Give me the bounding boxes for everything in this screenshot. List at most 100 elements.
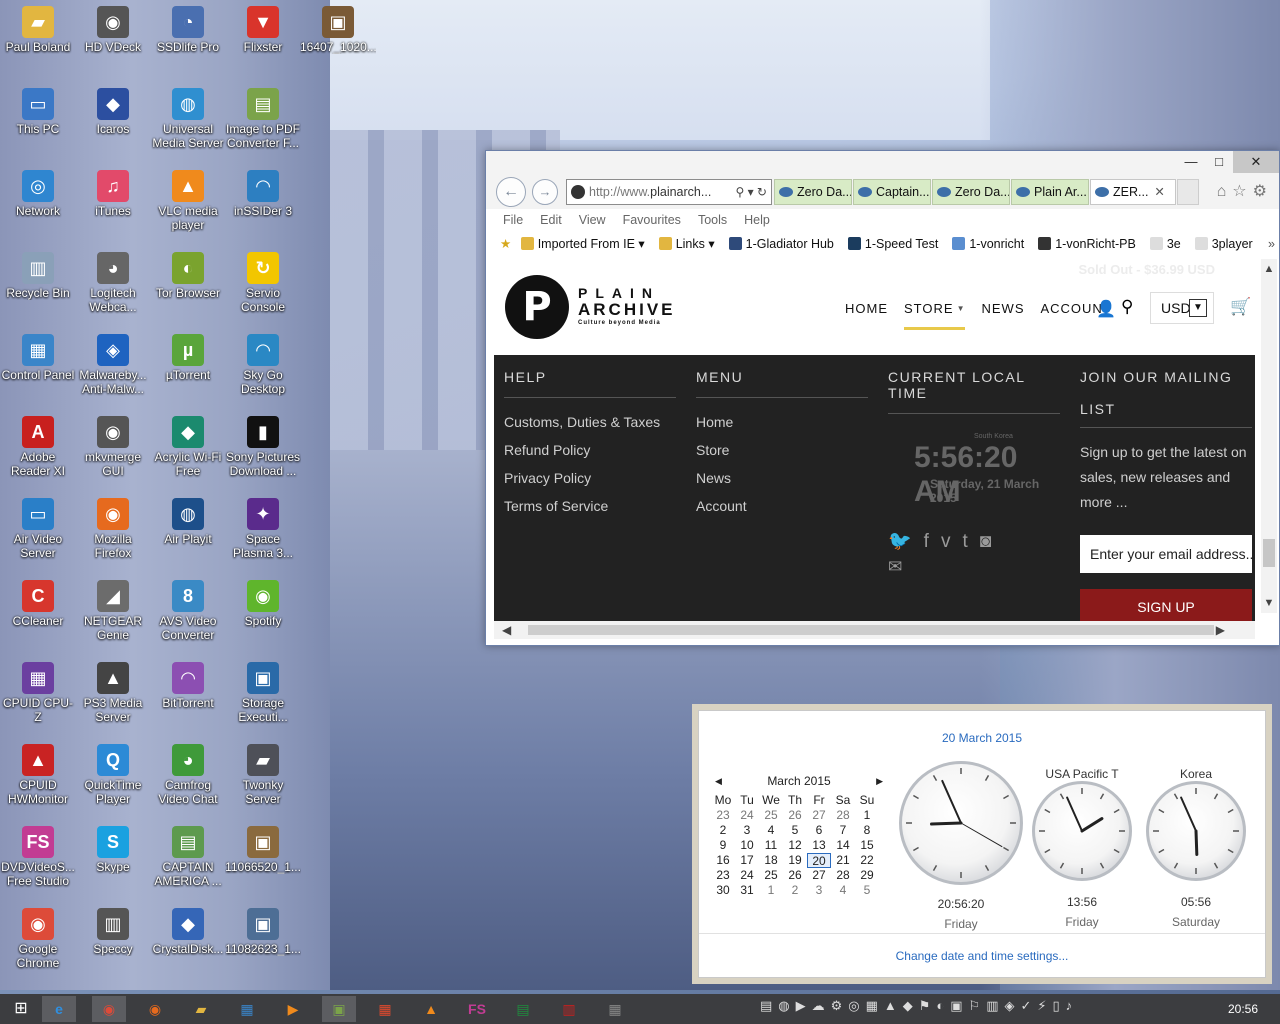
favourite-item[interactable]: 1-Gladiator Hub [728,231,834,257]
calendar-day[interactable]: 22 [855,853,879,868]
desktop-icon[interactable]: ♫ iTunes [75,164,151,218]
desktop-icon[interactable]: ▰ Paul Boland [0,0,76,54]
calendar-day[interactable]: 8 [855,823,879,838]
vertical-scroll-thumb[interactable] [1263,539,1275,567]
desktop-icon[interactable]: ▣ 16407_1020... [300,0,376,54]
prev-month-icon[interactable]: ◀ [715,771,722,791]
cart-icon[interactable]: 🛒 [1230,297,1251,317]
favourite-item[interactable]: Links ▾ [658,231,715,257]
excel-taskbar-icon[interactable]: ▤ [506,996,540,1022]
calendar-day[interactable]: 30 [711,883,735,898]
tab[interactable]: Captain... [853,179,931,205]
favourites-more-chevron-icon[interactable]: » [1268,231,1275,257]
firefox-taskbar-icon[interactable]: ◉ [138,996,172,1022]
vlc-taskbar-icon[interactable]: ▲ [414,996,448,1022]
home-favorites-tools-icons[interactable]: ⌂☆⚙ [1217,181,1273,201]
footer-menu-link[interactable]: Home [696,414,868,431]
menu-edit[interactable]: Edit [540,213,562,227]
desktop-icon[interactable]: ▤ Image to PDF Converter F... [225,82,301,150]
change-date-time-settings-link[interactable]: Change date and time settings... [699,933,1265,977]
calendar-day[interactable]: 29 [855,868,879,883]
desktop-icon[interactable]: ◆ Icaros [75,82,151,136]
favourite-item[interactable]: 1-vonricht [952,231,1024,257]
calendar-day[interactable]: 15 [855,838,879,853]
desktop-icon[interactable]: ▣ Storage Executi... [225,656,301,724]
desktop-icon[interactable]: ◉ Google Chrome [0,902,76,970]
taskbar-clock[interactable]: 20:56 [1228,994,1258,1024]
image-taskbar-icon[interactable]: ▣ [322,996,356,1022]
desktop-icon[interactable]: ▤ CAPTAIN AMERICA ... [150,820,226,888]
calendar-day[interactable]: 4 [831,883,855,898]
desktop-icon[interactable]: ▲ PS3 Media Server [75,656,151,724]
calendar-day[interactable]: 6 [807,823,831,838]
calendar-day[interactable]: 5 [783,823,807,838]
calendar-day[interactable]: 7 [831,823,855,838]
calendar-day[interactable]: 11 [759,838,783,853]
desktop-icon[interactable]: ◆ CrystalDisk... [150,902,226,956]
calendar-day[interactable]: 2 [783,883,807,898]
calendar-day[interactable]: 26 [783,808,807,823]
apps-taskbar-icon[interactable]: ▦ [368,996,402,1022]
footer-help-link[interactable]: Refund Policy [504,442,676,459]
user-icon[interactable]: 👤 [1096,299,1116,319]
tumblr-icon[interactable]: t [962,531,967,553]
footer-help-link[interactable]: Customs, Duties & Taxes [504,414,676,431]
desktop-icon[interactable]: ▦ Control Panel [0,328,76,382]
maximize-button[interactable]: □ [1205,151,1233,173]
desktop-icon[interactable]: µ µTorrent [150,328,226,382]
calendar-month-label[interactable]: March 2015 [767,774,830,788]
calendar-day[interactable]: 25 [759,868,783,883]
footer-help-link[interactable]: Privacy Policy [504,470,676,487]
calendar-day[interactable]: 13 [807,838,831,853]
desktop-icon[interactable]: ◍ Universal Media Server [150,82,226,150]
vertical-scrollbar[interactable]: ▲ ▼ [1261,259,1277,613]
desktop-icon[interactable]: ◠ BitTorrent [150,656,226,710]
mail-icon[interactable]: ✉ [888,557,902,577]
desktop-icon[interactable]: ◐ Tor Browser [150,246,226,300]
desktop-icon[interactable]: ▲ VLC media player [150,164,226,232]
scroll-down-icon[interactable]: ▼ [1261,597,1277,609]
calendar-day[interactable]: 19 [783,853,807,868]
favourite-item[interactable]: 1-Speed Test [847,231,938,257]
flyout-date-header[interactable]: 20 March 2015 [699,731,1265,745]
calendar-day[interactable]: 2 [711,823,735,838]
nav-home[interactable]: HOME [845,301,888,316]
system-tray-icons[interactable]: ▤◍▶☁⚙◎▦▲◆⚑◐▣⚐▥◈✓⚡▯♪ [760,998,1078,1014]
calendar-today[interactable]: 20 [807,853,831,868]
menu-help[interactable]: Help [744,213,770,227]
desktop-icon[interactable]: ▦ CPUID CPU-Z [0,656,76,724]
desktop-icon[interactable]: ↻ Servio Console [225,246,301,314]
calendar-day[interactable]: 1 [759,883,783,898]
ie-window[interactable]: — □ ✕ ← → http://www.plainarch... ⚲ ▾ ↻ … [485,150,1280,646]
scroll-up-icon[interactable]: ▲ [1261,263,1277,275]
new-tab-button[interactable] [1177,179,1199,205]
desktop-icon[interactable]: A Adobe Reader XI [0,410,76,478]
scroll-right-icon[interactable]: ▶ [1216,621,1225,639]
calendar-day[interactable]: 24 [735,808,759,823]
favourite-item[interactable]: 3e [1149,231,1181,257]
newsletter-email-input[interactable]: Enter your email address.. [1080,535,1252,573]
explorer-taskbar-icon[interactable]: ▰ [184,996,218,1022]
desktop-icon[interactable]: ◆ Acrylic Wi-Fi Free [150,410,226,478]
media-taskbar-icon[interactable]: ▦ [230,996,264,1022]
footer-help-link[interactable]: Terms of Service [504,498,676,515]
tab-active[interactable]: ZER... ✕ [1090,179,1176,205]
menu-file[interactable]: File [503,213,523,227]
tab[interactable]: Zero Da... [932,179,1010,205]
minimize-button[interactable]: — [1177,151,1205,173]
calendar-day[interactable]: 31 [735,883,759,898]
horizontal-scrollbar[interactable]: ◀ ▶ [494,621,1255,639]
desktop-icon[interactable]: ▲ CPUID HWMonitor [0,738,76,806]
calendar-day[interactable]: 21 [831,853,855,868]
desktop-icon[interactable]: ◕ Logitech Webca... [75,246,151,314]
desktop-icon[interactable]: ◕ Camfrog Video Chat [150,738,226,806]
start-button[interactable]: ⊞ [4,996,38,1022]
calendar-day[interactable]: 23 [711,868,735,883]
forward-button[interactable]: → [532,179,558,205]
vimeo-icon[interactable]: v [941,531,951,553]
instagram-icon[interactable]: ◙ [980,531,991,553]
calendar-day[interactable]: 4 [759,823,783,838]
calendar-day[interactable]: 18 [759,853,783,868]
footer-menu-link[interactable]: Store [696,442,868,459]
calendar-day[interactable]: 27 [807,868,831,883]
